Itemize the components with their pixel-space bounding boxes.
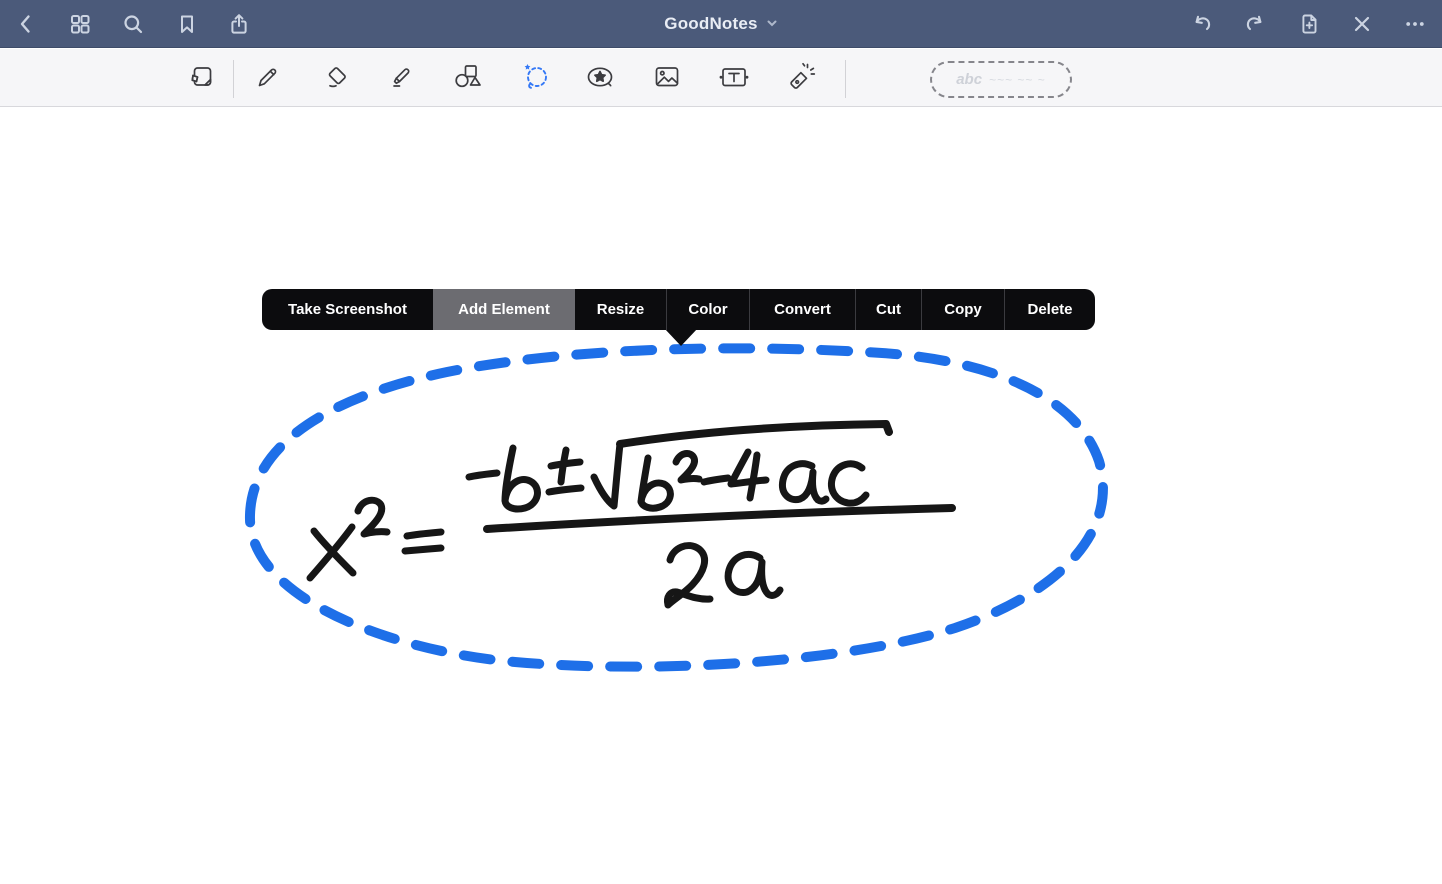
- lasso-tool-button[interactable]: [518, 62, 552, 96]
- share-button[interactable]: [221, 6, 257, 42]
- close-button[interactable]: [1344, 6, 1380, 42]
- menu-item-copy[interactable]: Copy: [921, 289, 1004, 330]
- pen-tool-button[interactable]: [251, 62, 285, 96]
- menu-item-add-element[interactable]: Add Element: [433, 289, 575, 330]
- undo-button[interactable]: [1184, 6, 1220, 42]
- image-icon: [652, 62, 682, 97]
- laser-pointer-icon: [785, 62, 817, 97]
- text-icon: [717, 62, 751, 97]
- pages-grid-icon: [68, 12, 92, 36]
- pen-icon: [253, 62, 283, 97]
- sticker-icon: [583, 62, 617, 97]
- page-title[interactable]: GoodNotes: [664, 14, 757, 34]
- bookmark-icon: [175, 12, 199, 36]
- shapes-icon: [452, 62, 484, 97]
- goodnotes-app-window: GoodNotes: [0, 0, 1442, 884]
- toolbar-divider: [233, 60, 234, 98]
- sticker-tool-button[interactable]: [583, 62, 617, 96]
- tools-toolbar: abc ~~~ ~~ ~: [0, 49, 1442, 107]
- back-button[interactable]: [8, 6, 44, 42]
- more-options-button[interactable]: [1397, 6, 1433, 42]
- menu-item-delete[interactable]: Delete: [1004, 289, 1095, 330]
- highlighter-icon: [389, 62, 419, 97]
- text-tool-button[interactable]: [717, 62, 751, 96]
- image-tool-button[interactable]: [650, 62, 684, 96]
- redo-button[interactable]: [1237, 6, 1273, 42]
- redo-icon: [1243, 12, 1267, 36]
- undo-icon: [1190, 12, 1214, 36]
- close-icon: [1350, 12, 1374, 36]
- shapes-tool-button[interactable]: [451, 62, 485, 96]
- handwriting-input-field[interactable]: abc ~~~ ~~ ~: [930, 61, 1072, 98]
- menu-item-color[interactable]: Color: [666, 289, 749, 330]
- add-page-button[interactable]: [1291, 6, 1327, 42]
- pages-overview-button[interactable]: [62, 6, 98, 42]
- document-pen-tool-button[interactable]: [185, 62, 219, 96]
- share-icon: [227, 12, 251, 36]
- search-button[interactable]: [115, 6, 151, 42]
- menu-item-convert[interactable]: Convert: [749, 289, 855, 330]
- menu-item-take-screenshot[interactable]: Take Screenshot: [262, 289, 433, 330]
- menu-item-resize[interactable]: Resize: [575, 289, 666, 330]
- chevron-down-icon: [766, 16, 778, 34]
- selection-context-menu: Take Screenshot Add Element Resize Color…: [262, 289, 1095, 330]
- highlighter-tool-button[interactable]: [387, 62, 421, 96]
- back-icon: [14, 12, 38, 36]
- add-page-icon: [1297, 12, 1321, 36]
- handwriting-placeholder-scribble: ~~~ ~~ ~: [989, 73, 1046, 87]
- lasso-selection[interactable]: [250, 348, 1103, 666]
- more-icon: [1403, 12, 1427, 36]
- eraser-tool-button[interactable]: [320, 62, 354, 96]
- handwritten-formula: [310, 424, 952, 605]
- menu-item-cut[interactable]: Cut: [855, 289, 921, 330]
- toolbar-divider: [845, 60, 846, 98]
- document-title-area: GoodNotes: [0, 0, 1442, 48]
- note-canvas[interactable]: [0, 0, 1442, 884]
- bookmark-button[interactable]: [169, 6, 205, 42]
- top-navigation-bar: GoodNotes: [0, 0, 1442, 48]
- search-icon: [121, 12, 145, 36]
- document-pen-icon: [187, 62, 217, 97]
- laser-pointer-tool-button[interactable]: [784, 62, 818, 96]
- eraser-icon: [322, 62, 352, 97]
- handwriting-placeholder-abc: abc: [956, 71, 982, 88]
- lasso-icon: [518, 61, 552, 98]
- context-menu-pointer: [664, 328, 698, 346]
